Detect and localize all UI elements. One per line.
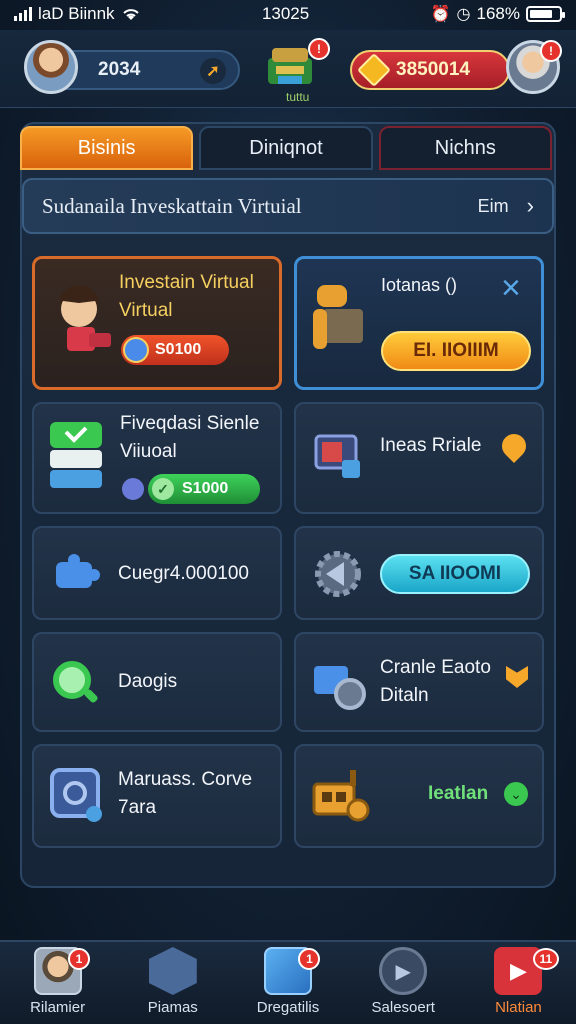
card-title: Investain Virtual Virtual [119, 272, 254, 321]
nav-badge: 1 [298, 948, 321, 970]
robot-icon [307, 275, 371, 355]
action-button[interactable]: SA IIOOMI [380, 554, 530, 594]
gear-icon [310, 546, 366, 602]
server-icon [46, 418, 106, 492]
play-icon: ▶ [379, 947, 428, 995]
nav-salesoert[interactable]: ▶ Salesoert [346, 942, 461, 1024]
card-title: Cuegr4.000100 [118, 563, 249, 584]
card-fiveqdasi[interactable]: Fiveqdasi Sienle Viiuoal ✓ S1000 [32, 402, 282, 514]
status-bar: laD Biinnk 13025 ⏰ ◷ 168% [0, 0, 576, 28]
friend-avatar-badge: ! [540, 40, 562, 62]
card-title: Iotanas () [381, 275, 458, 295]
card-investain-virtual[interactable]: Investain Virtual Virtual S0100 [32, 256, 282, 390]
card-maruass[interactable]: Maruass. Corve 7ara [32, 744, 282, 848]
rank-icon [506, 666, 528, 688]
card-sa-iioomi[interactable]: SA IIOOMI [294, 526, 544, 620]
card-title: Maruass. Corve 7ara [118, 769, 253, 818]
chevron-right-icon: › [526, 193, 534, 218]
tab-bisinis[interactable]: Bisinis [20, 126, 194, 170]
card-title: Ieatlan [428, 783, 489, 804]
chest-label: tuttu [286, 90, 310, 104]
wifi-icon [122, 9, 139, 20]
card-ieatlan[interactable]: Ieatlan ⌄ [294, 744, 544, 848]
check-icon: ✓ [152, 478, 174, 500]
nav-nlatian[interactable]: ▶ 11 Nlatian [461, 942, 576, 1024]
card-title: Daogis [118, 671, 178, 692]
monitor-icon [312, 430, 364, 482]
search-icon [48, 656, 104, 712]
nav-label: Nlatian [495, 999, 542, 1016]
battery-icon [525, 6, 565, 22]
card-cranle-eaoto[interactable]: Cranle Eaoto Ditaln [294, 632, 544, 732]
card-title: Ineas Rriale [380, 435, 482, 456]
card-ineas-rriale[interactable]: Ineas Rriale [294, 402, 544, 514]
price-pill: ✓ S1000 [148, 474, 260, 504]
nav-label: Rilamier [30, 999, 86, 1016]
pin-icon [497, 429, 531, 463]
gem-icon [357, 53, 391, 87]
price-pill: S0100 [121, 335, 229, 365]
nav-piamas[interactable]: Piamas [115, 942, 230, 1024]
nav-label: Piamas [147, 999, 198, 1016]
card-title: Cranle Eaoto Ditaln [380, 657, 491, 706]
timer-icon: ◷ [456, 6, 471, 23]
character-icon [45, 281, 117, 361]
action-button[interactable]: EI. IIOIIIM [381, 331, 531, 371]
section-title-bar[interactable]: Sudanaila Inveskattain Virtuial Eim › [22, 178, 554, 234]
bottom-nav: 1 Rilamier Piamas 1 Dregatilis ▶ Salesoe… [0, 940, 576, 1024]
currency-pill-right[interactable]: 3850014 [350, 50, 510, 90]
battery-label: 168% [476, 4, 520, 23]
more-label: Eim [477, 195, 509, 216]
nav-rilamier[interactable]: 1 Rilamier [0, 942, 115, 1024]
chest-badge: ! [308, 38, 330, 60]
nav-badge: 1 [68, 948, 90, 970]
arrow-icon: ➚ [200, 58, 226, 84]
hexagon-icon [148, 947, 197, 995]
currency-right-value: 3850014 [396, 59, 470, 80]
nav-badge: 11 [532, 948, 559, 970]
puzzle-icon [50, 548, 102, 600]
card-title: Fiveqdasi Sienle Viiuoal [120, 413, 260, 462]
camera-icon [310, 656, 368, 714]
shield-icon [122, 478, 144, 500]
nav-label: Salesoert [371, 999, 435, 1016]
device-icon [48, 766, 106, 826]
nav-label: Dregatilis [256, 999, 320, 1016]
machine-icon [306, 764, 372, 830]
card-iotanas[interactable]: Iotanas () × EI. IIOIIIM [294, 256, 544, 390]
currency-left-value: 2034 [98, 59, 141, 80]
signal-icon [14, 7, 32, 21]
chevron-down-icon: ⌄ [504, 782, 528, 806]
tab-diniqnot[interactable]: Diniqnot [199, 126, 373, 170]
tab-bar: Bisinis Diniqnot Nichns [20, 126, 552, 170]
card-cuegr[interactable]: Cuegr4.000100 [32, 526, 282, 620]
tab-nichns[interactable]: Nichns [378, 126, 552, 170]
shield-icon [123, 337, 149, 363]
card-daogis[interactable]: Daogis [32, 632, 282, 732]
nav-dregatilis[interactable]: 1 Dregatilis [230, 942, 345, 1024]
section-title: Sudanaila Inveskattain Virtuial [42, 193, 302, 218]
alarm-icon: ⏰ [430, 6, 451, 23]
close-icon[interactable]: × [501, 271, 521, 305]
player-avatar[interactable] [24, 40, 78, 94]
clock: 13025 [261, 4, 310, 23]
carrier-label: laD Biinnk [38, 4, 115, 23]
